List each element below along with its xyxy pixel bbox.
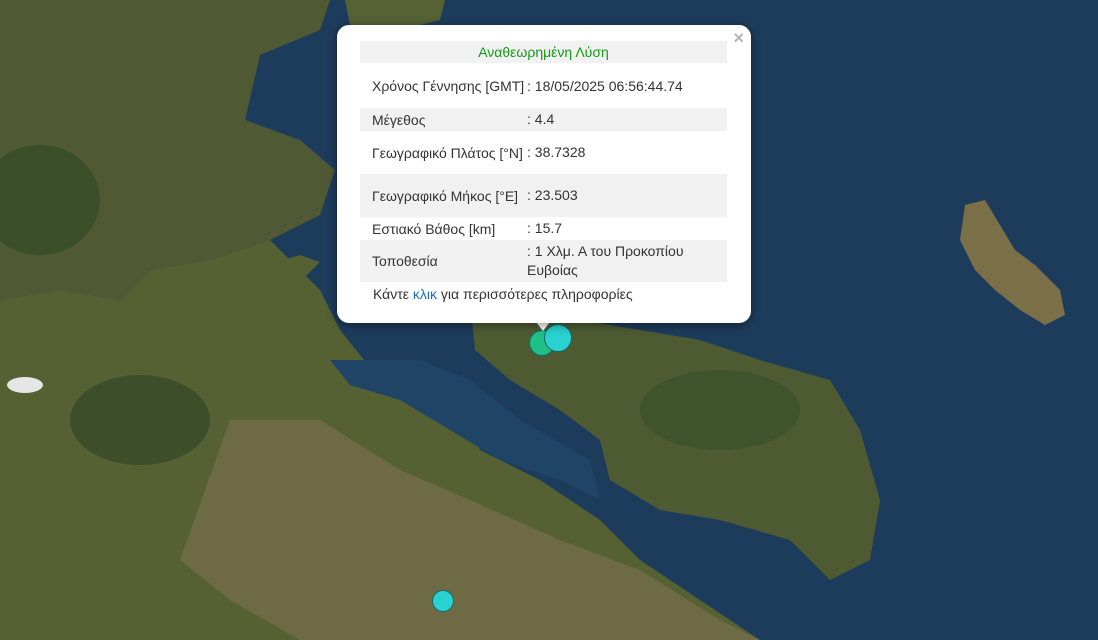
earthquake-marker[interactable] [432, 590, 454, 612]
info-row-latitude: Γεωγραφικό Πλάτος [°N] : 38.7328 [360, 131, 727, 174]
info-value: : 4.4 [527, 111, 555, 127]
mountain-forest [640, 370, 800, 450]
more-info-link[interactable]: κλικ [413, 286, 437, 302]
info-value: : 38.7328 [527, 144, 586, 160]
info-value: : 1 Χλμ. Α του Προκοπίου Ευβοίας [527, 243, 684, 278]
info-row-origin-time: Χρόνος Γέννησης [GMT] : 18/05/2025 06:56… [360, 64, 727, 108]
info-key: Γεωγραφικό Πλάτος [°N] [372, 144, 523, 161]
info-value: : 23.503 [527, 187, 578, 203]
more-prefix: Κάντε [373, 286, 413, 302]
info-key: Εστιακό Βάθος [km] [372, 220, 496, 237]
info-row-longitude: Γεωγραφικό Μήκος [°E] : 23.503 [360, 174, 727, 217]
mountain-forest [70, 375, 210, 465]
info-key: Μέγεθος [372, 111, 426, 128]
close-icon[interactable]: × [733, 28, 744, 48]
snow-patch [7, 377, 43, 393]
info-value: : 18/05/2025 06:56:44.74 [527, 77, 683, 94]
info-table: Χρόνος Γέννησης [GMT] : 18/05/2025 06:56… [360, 64, 727, 282]
popup-title: Αναθεωρημένη Λύση [360, 41, 727, 63]
info-key: Γεωγραφικό Μήκος [°E] [372, 187, 519, 204]
info-key: Τοποθεσία [372, 253, 438, 269]
info-key: Χρόνος Γέννησης [GMT] [372, 78, 525, 94]
earthquake-info-popup: × Αναθεωρημένη Λύση Χρόνος Γέννησης [GMT… [337, 25, 751, 323]
info-row-location: Τοποθεσία : 1 Χλμ. Α του Προκοπίου Ευβοί… [360, 240, 727, 282]
more-info-text: Κάντε κλικ για περισσότερες πληροφορίες [373, 286, 633, 302]
info-value: : 15.7 [527, 220, 563, 236]
info-row-magnitude: Μέγεθος : 4.4 [360, 108, 727, 131]
more-suffix: για περισσότερες πληροφορίες [437, 286, 633, 302]
info-row-depth: Εστιακό Βάθος [km] : 15.7 [360, 217, 727, 240]
